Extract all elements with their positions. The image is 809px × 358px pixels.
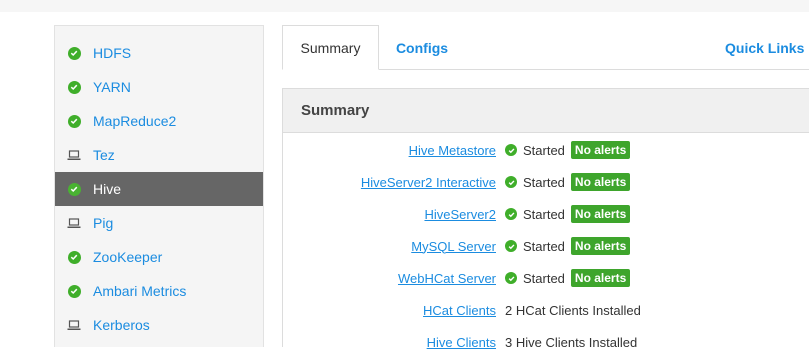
summary-panel: Summary Hive Metastore Started No alerts… [282, 88, 809, 350]
alerts-badge[interactable]: No alerts [570, 269, 631, 287]
component-row: Hive Metastore Started No alerts [283, 134, 809, 166]
sidebar-item-mapreduce2[interactable]: MapReduce2 [55, 104, 263, 138]
component-link[interactable]: WebHCat Server [398, 262, 496, 294]
component-row: Hive Clients 3 Hive Clients Installed [283, 326, 809, 358]
check-circle-icon [67, 250, 81, 264]
check-circle-icon [505, 240, 517, 252]
laptop-icon [67, 216, 81, 230]
status-text: 2 HCat Clients Installed [505, 302, 641, 318]
component-link[interactable]: Hive Clients [427, 326, 496, 358]
component-row: MySQL Server Started No alerts [283, 230, 809, 262]
sidebar-item-ambari-metrics[interactable]: Ambari Metrics [55, 274, 263, 308]
laptop-icon [67, 148, 81, 162]
check-circle-icon [67, 284, 81, 298]
component-row: HiveServer2 Started No alerts [283, 198, 809, 230]
component-status: 2 HCat Clients Installed [505, 294, 641, 326]
component-link[interactable]: HiveServer2 Interactive [361, 166, 496, 198]
sidebar-item-tez[interactable]: Tez [55, 138, 263, 172]
sidebar-item-label: Hive [93, 181, 122, 197]
sidebar-item-yarn[interactable]: YARN [55, 70, 263, 104]
component-status: Started No alerts [505, 198, 631, 230]
status-text: Started [523, 270, 565, 286]
panel-title: Summary [283, 89, 809, 133]
check-circle-icon [505, 144, 517, 156]
check-circle-icon [505, 208, 517, 220]
component-status: 3 Hive Clients Installed [505, 326, 637, 358]
component-link[interactable]: HCat Clients [423, 294, 496, 326]
alerts-badge[interactable]: No alerts [570, 237, 631, 255]
component-status: Started No alerts [505, 134, 631, 166]
sidebar-item-label: Tez [93, 147, 115, 163]
status-text: Started [523, 142, 565, 158]
status-text: Started [523, 174, 565, 190]
status-text: Started [523, 238, 565, 254]
status-text: Started [523, 206, 565, 222]
sidebar-item-pig[interactable]: Pig [55, 206, 263, 240]
laptop-icon [67, 318, 81, 332]
sidebar-item-zookeeper[interactable]: ZooKeeper [55, 240, 263, 274]
service-tabs: Summary Configs Quick Links [282, 25, 809, 70]
check-circle-icon [505, 176, 517, 188]
sidebar-item-label: MapReduce2 [93, 113, 177, 129]
component-status: Started No alerts [505, 166, 631, 198]
component-row: HiveServer2 Interactive Started No alert… [283, 166, 809, 198]
component-link[interactable]: Hive Metastore [409, 134, 496, 166]
sidebar-item-label: YARN [93, 79, 131, 95]
sidebar-item-hdfs[interactable]: HDFS [55, 36, 263, 70]
tab-configs[interactable]: Configs [382, 25, 462, 70]
alerts-badge[interactable]: No alerts [570, 205, 631, 223]
service-sidebar: HDFS YARN MapReduce2 Tez Hive Pig ZooKee… [54, 25, 264, 347]
component-row: WebHCat Server Started No alerts [283, 262, 809, 294]
tab-summary[interactable]: Summary [282, 25, 379, 70]
check-circle-icon [67, 182, 81, 196]
sidebar-item-label: Kerberos [93, 317, 150, 333]
component-link[interactable]: MySQL Server [411, 230, 496, 262]
sidebar-item-hive[interactable]: Hive [55, 172, 263, 206]
check-circle-icon [505, 272, 517, 284]
check-circle-icon [67, 80, 81, 94]
check-circle-icon [67, 114, 81, 128]
quick-links-menu[interactable]: Quick Links [725, 25, 809, 70]
status-text: 3 Hive Clients Installed [505, 334, 638, 350]
check-circle-icon [67, 46, 81, 60]
sidebar-item-label: ZooKeeper [93, 249, 163, 265]
component-status: Started No alerts [505, 262, 631, 294]
alerts-badge[interactable]: No alerts [570, 173, 631, 191]
sidebar-item-label: Ambari Metrics [93, 283, 187, 299]
component-link[interactable]: HiveServer2 [424, 198, 496, 230]
sidebar-item-label: Pig [93, 215, 114, 231]
sidebar-item-label: HDFS [93, 45, 132, 61]
component-row: HCat Clients 2 HCat Clients Installed [283, 294, 809, 326]
sidebar-item-kerberos[interactable]: Kerberos [55, 308, 263, 342]
component-status: Started No alerts [505, 230, 631, 262]
top-strip [0, 0, 809, 12]
alerts-badge[interactable]: No alerts [570, 141, 631, 159]
